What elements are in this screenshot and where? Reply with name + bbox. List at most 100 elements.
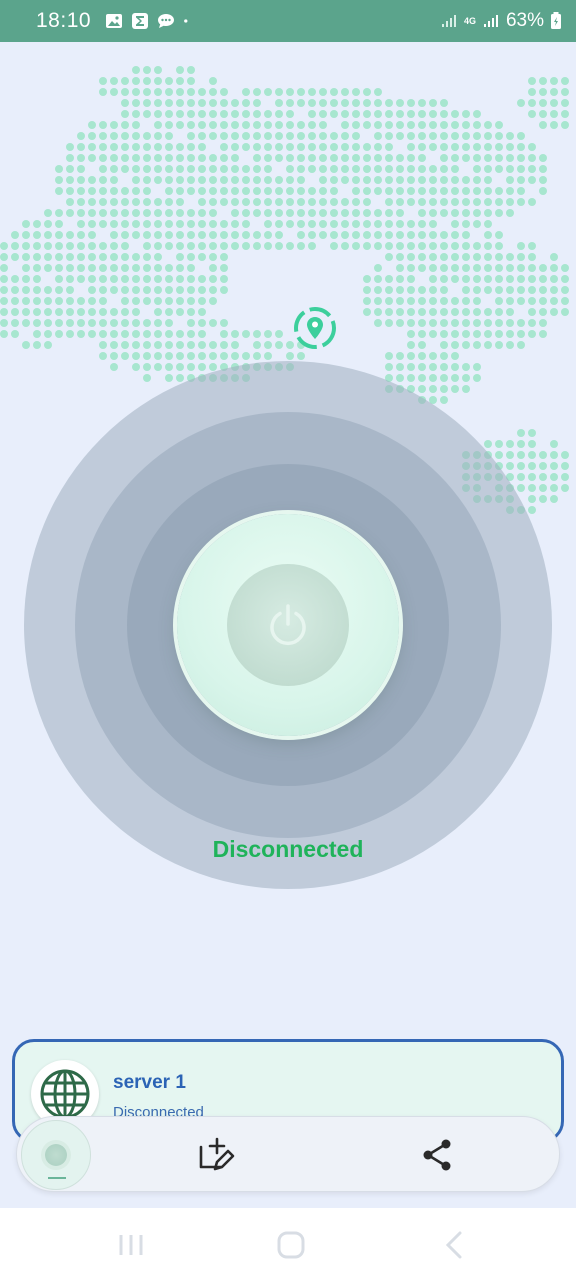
map-dot bbox=[440, 132, 448, 140]
map-dot bbox=[506, 253, 514, 261]
map-dot bbox=[264, 187, 272, 195]
home-nav-icon[interactable] bbox=[276, 1230, 306, 1260]
map-dot bbox=[121, 99, 129, 107]
map-dot bbox=[55, 176, 63, 184]
map-dot bbox=[297, 176, 305, 184]
share-icon[interactable] bbox=[419, 1137, 455, 1173]
map-dot bbox=[33, 286, 41, 294]
map-dot bbox=[550, 99, 558, 107]
map-dot bbox=[253, 154, 261, 162]
map-dot bbox=[275, 110, 283, 118]
map-dot bbox=[220, 330, 228, 338]
map-dot bbox=[297, 198, 305, 206]
map-dot bbox=[11, 308, 19, 316]
map-dot bbox=[275, 154, 283, 162]
map-dot bbox=[77, 253, 85, 261]
map-dot bbox=[539, 286, 547, 294]
map-dot bbox=[462, 297, 470, 305]
map-dot bbox=[99, 330, 107, 338]
map-dot bbox=[187, 319, 195, 327]
map-dot bbox=[462, 176, 470, 184]
map-dot bbox=[176, 286, 184, 294]
map-dot bbox=[0, 242, 8, 250]
map-dot bbox=[374, 242, 382, 250]
map-dot bbox=[187, 308, 195, 316]
map-dot bbox=[231, 352, 239, 360]
map-dot bbox=[407, 99, 415, 107]
map-dot bbox=[462, 143, 470, 151]
map-dot bbox=[66, 242, 74, 250]
map-dot bbox=[286, 99, 294, 107]
map-dot bbox=[110, 286, 118, 294]
map-dot bbox=[297, 99, 305, 107]
map-dot bbox=[0, 264, 8, 272]
battery-percent: 63% bbox=[505, 10, 544, 31]
map-dot bbox=[473, 253, 481, 261]
recents-icon[interactable] bbox=[116, 1230, 146, 1260]
map-dot bbox=[517, 99, 525, 107]
map-dot bbox=[110, 88, 118, 96]
map-dot bbox=[231, 220, 239, 228]
map-dot bbox=[385, 231, 393, 239]
map-dot bbox=[396, 319, 404, 327]
map-dot bbox=[374, 99, 382, 107]
nav-home-button[interactable] bbox=[21, 1120, 91, 1190]
map-dot bbox=[220, 275, 228, 283]
location-pin-icon[interactable] bbox=[292, 305, 338, 351]
map-dot bbox=[308, 99, 316, 107]
map-dot bbox=[154, 352, 162, 360]
map-dot bbox=[451, 352, 459, 360]
map-dot bbox=[264, 242, 272, 250]
map-dot bbox=[539, 264, 547, 272]
add-edit-icon[interactable] bbox=[195, 1135, 235, 1175]
map-dot bbox=[352, 209, 360, 217]
map-dot bbox=[506, 132, 514, 140]
map-dot bbox=[451, 198, 459, 206]
map-dot bbox=[22, 264, 30, 272]
map-dot bbox=[209, 154, 217, 162]
power-button[interactable] bbox=[177, 514, 399, 736]
map-dot bbox=[33, 319, 41, 327]
map-dot bbox=[462, 132, 470, 140]
map-dot bbox=[209, 253, 217, 261]
map-dot bbox=[396, 132, 404, 140]
map-dot bbox=[495, 187, 503, 195]
map-dot bbox=[308, 154, 316, 162]
map-dot bbox=[33, 308, 41, 316]
back-icon[interactable] bbox=[440, 1230, 470, 1260]
map-dot bbox=[517, 297, 525, 305]
map-dot bbox=[341, 198, 349, 206]
map-dot bbox=[165, 110, 173, 118]
map-dot bbox=[198, 154, 206, 162]
map-dot bbox=[209, 297, 217, 305]
map-dot bbox=[209, 275, 217, 283]
map-dot bbox=[495, 154, 503, 162]
map-dot bbox=[0, 319, 8, 327]
map-dot bbox=[242, 99, 250, 107]
map-dot bbox=[495, 275, 503, 283]
map-dot bbox=[209, 110, 217, 118]
map-dot bbox=[220, 253, 228, 261]
map-dot bbox=[517, 198, 525, 206]
map-dot bbox=[308, 187, 316, 195]
map-dot bbox=[253, 352, 261, 360]
map-dot bbox=[550, 264, 558, 272]
map-dot bbox=[143, 66, 151, 74]
map-dot bbox=[462, 341, 470, 349]
map-dot bbox=[66, 209, 74, 217]
map-dot bbox=[143, 77, 151, 85]
map-dot bbox=[11, 253, 19, 261]
power-button-core[interactable] bbox=[227, 564, 349, 686]
map-dot bbox=[121, 341, 129, 349]
map-dot bbox=[341, 143, 349, 151]
map-dot bbox=[429, 209, 437, 217]
map-dot bbox=[110, 176, 118, 184]
map-dot bbox=[484, 143, 492, 151]
map-dot bbox=[473, 297, 481, 305]
map-dot bbox=[297, 154, 305, 162]
map-dot bbox=[143, 99, 151, 107]
map-dot bbox=[319, 121, 327, 129]
map-dot bbox=[44, 319, 52, 327]
map-dot bbox=[55, 297, 63, 305]
map-dot bbox=[165, 220, 173, 228]
